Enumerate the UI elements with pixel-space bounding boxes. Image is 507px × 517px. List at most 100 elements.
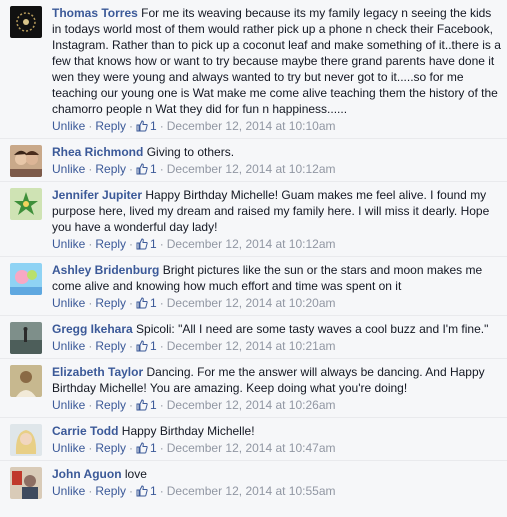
comment-author[interactable]: John Aguon	[52, 467, 122, 481]
like-count[interactable]: 1	[136, 237, 157, 251]
reply-link[interactable]: Reply	[95, 237, 126, 251]
like-count-value: 1	[150, 484, 157, 498]
thumbs-up-icon	[136, 238, 148, 250]
avatar-image	[10, 6, 42, 38]
thumbs-up-icon	[136, 442, 148, 454]
like-count-value: 1	[150, 119, 157, 133]
comment-timestamp[interactable]: December 12, 2014 at 10:47am	[167, 441, 336, 455]
thumbs-up-icon	[136, 297, 148, 309]
unlike-link[interactable]: Unlike	[52, 119, 85, 133]
unlike-link[interactable]: Unlike	[52, 484, 85, 498]
comment-text: Spicoli: "All I need are some tasty wave…	[136, 322, 489, 336]
comment-actions: Unlike · Reply · 1 · December 12, 2014 at 10:1…	[52, 161, 501, 177]
avatar[interactable]	[10, 365, 42, 397]
reply-link[interactable]: Reply	[95, 484, 126, 498]
separator: ·	[88, 119, 93, 133]
unlike-link[interactable]: Unlike	[52, 441, 85, 455]
comment-timestamp[interactable]: December 12, 2014 at 10:10am	[167, 119, 336, 133]
like-count[interactable]: 1	[136, 398, 157, 412]
comment-text: Happy Birthday Michelle!	[121, 424, 255, 438]
like-count[interactable]: 1	[136, 162, 157, 176]
avatar[interactable]	[10, 188, 42, 220]
comment-timestamp[interactable]: December 12, 2014 at 10:26am	[167, 398, 336, 412]
comment-list: Thomas Torres For me its weaving because…	[0, 0, 507, 503]
avatar[interactable]	[10, 263, 42, 295]
comment-actions: Unlike · Reply · 1 · December 12, 2014 at 10:2…	[52, 338, 501, 354]
avatar[interactable]	[10, 424, 42, 456]
separator: ·	[159, 237, 164, 251]
comment-timestamp[interactable]: December 12, 2014 at 10:55am	[167, 484, 336, 498]
reply-link[interactable]: Reply	[95, 296, 126, 310]
comment-author[interactable]: Elizabeth Taylor	[52, 365, 143, 379]
separator: ·	[159, 162, 164, 176]
separator: ·	[129, 484, 134, 498]
separator: ·	[88, 398, 93, 412]
separator: ·	[88, 484, 93, 498]
separator: ·	[88, 296, 93, 310]
avatar-image	[10, 145, 42, 177]
separator: ·	[159, 119, 164, 133]
comment-timestamp[interactable]: December 12, 2014 at 10:12am	[167, 162, 336, 176]
unlike-link[interactable]: Unlike	[52, 296, 85, 310]
comment: John Aguon love Unlike · Reply · 1 · December …	[0, 461, 507, 503]
like-count[interactable]: 1	[136, 296, 157, 310]
avatar[interactable]	[10, 467, 42, 499]
comment-author[interactable]: Carrie Todd	[52, 424, 118, 438]
separator: ·	[129, 398, 134, 412]
comment-text: love	[124, 467, 147, 481]
avatar[interactable]	[10, 145, 42, 177]
like-count-value: 1	[150, 237, 157, 251]
comment: Rhea Richmond Giving to others. Unlike · R…	[0, 139, 507, 182]
comment: Carrie Todd Happy Birthday Michelle! Unl…	[0, 418, 507, 461]
comment-timestamp[interactable]: December 12, 2014 at 10:20am	[167, 296, 336, 310]
like-count[interactable]: 1	[136, 339, 157, 353]
unlike-link[interactable]: Unlike	[52, 398, 85, 412]
separator: ·	[129, 162, 134, 176]
separator: ·	[129, 339, 134, 353]
reply-link[interactable]: Reply	[95, 119, 126, 133]
like-count[interactable]: 1	[136, 441, 157, 455]
separator: ·	[88, 162, 93, 176]
comment-timestamp[interactable]: December 12, 2014 at 10:12am	[167, 237, 336, 251]
comment: Gregg Ikehara Spicoli: "All I need are s…	[0, 316, 507, 359]
comment-author[interactable]: Gregg Ikehara	[52, 322, 133, 336]
comment: Ashley Bridenburg Bright pictures like t…	[0, 257, 507, 316]
avatar[interactable]	[10, 6, 42, 38]
avatar[interactable]	[10, 322, 42, 354]
comment-author[interactable]: Thomas Torres	[52, 6, 138, 20]
avatar-image	[10, 263, 42, 295]
comment-actions: Unlike · Reply · 1 · December 12, 2014 at 10:2…	[52, 397, 501, 413]
thumbs-up-icon	[136, 163, 148, 175]
comment-actions: Unlike · Reply · 1 · December 12, 2014 at 10:2…	[52, 295, 501, 311]
reply-link[interactable]: Reply	[95, 398, 126, 412]
unlike-link[interactable]: Unlike	[52, 162, 85, 176]
comment-timestamp[interactable]: December 12, 2014 at 10:21am	[167, 339, 336, 353]
like-count-value: 1	[150, 162, 157, 176]
thumbs-up-icon	[136, 485, 148, 497]
comment-actions: Unlike · Reply · 1 · December 12, 2014 at 10:4…	[52, 440, 501, 456]
avatar-image	[10, 365, 42, 397]
like-count[interactable]: 1	[136, 484, 157, 498]
like-count-value: 1	[150, 398, 157, 412]
like-count[interactable]: 1	[136, 119, 157, 133]
reply-link[interactable]: Reply	[95, 339, 126, 353]
separator: ·	[129, 296, 134, 310]
thumbs-up-icon	[136, 399, 148, 411]
avatar-image	[10, 322, 42, 354]
comment-text: Giving to others.	[146, 145, 235, 159]
reply-link[interactable]: Reply	[95, 162, 126, 176]
separator: ·	[129, 237, 134, 251]
comment-author[interactable]: Ashley Bridenburg	[52, 263, 159, 277]
unlike-link[interactable]: Unlike	[52, 237, 85, 251]
thumbs-up-icon	[136, 340, 148, 352]
separator: ·	[159, 441, 164, 455]
comment-author[interactable]: Rhea Richmond	[52, 145, 143, 159]
comment-author[interactable]: Jennifer Jupiter	[52, 188, 142, 202]
unlike-link[interactable]: Unlike	[52, 339, 85, 353]
like-count-value: 1	[150, 441, 157, 455]
reply-link[interactable]: Reply	[95, 441, 126, 455]
comment: Thomas Torres For me its weaving because…	[0, 0, 507, 139]
avatar-image	[10, 188, 42, 220]
separator: ·	[159, 484, 164, 498]
comment-actions: Unlike · Reply · 1 · December 12, 2014 at 10:1…	[52, 236, 501, 252]
